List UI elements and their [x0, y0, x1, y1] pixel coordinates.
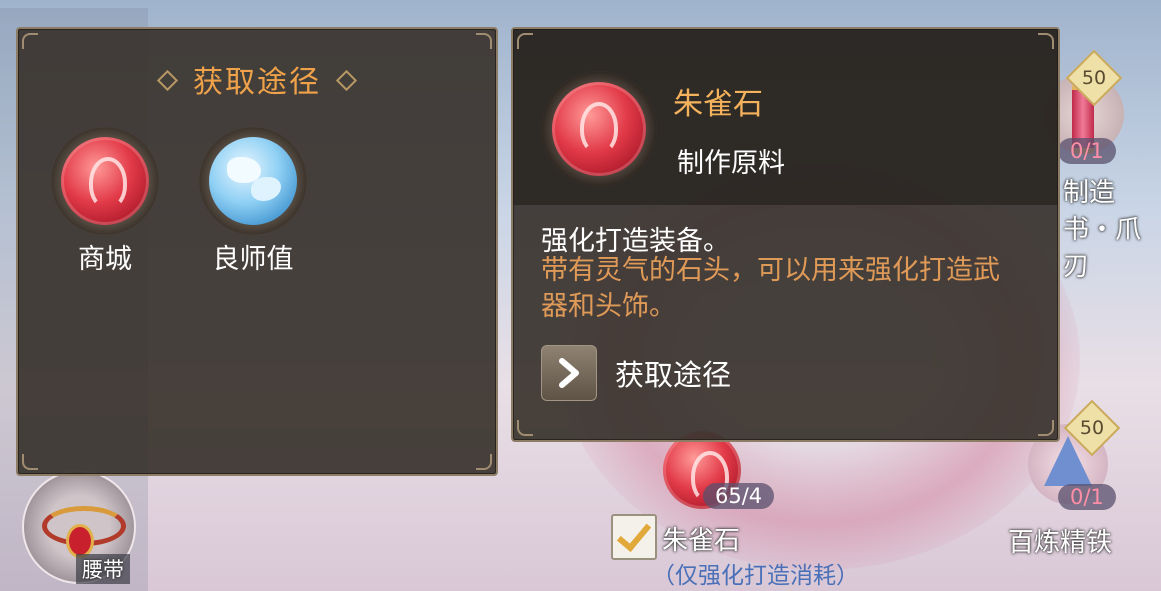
iron-label: 百炼精铁	[1008, 528, 1113, 558]
scroll-label: 制造书・爪刃	[1063, 178, 1142, 282]
zhuque-stone-icon	[552, 82, 646, 176]
belt-label: 腰带	[76, 554, 130, 584]
goto-acquisition-button[interactable]: 获取途径	[541, 345, 731, 401]
zhuque-stone-icon	[61, 137, 149, 225]
acquisition-panel: 获取途径 商城 良师值	[16, 27, 498, 476]
item-type: 制作原料	[677, 148, 785, 179]
belt-slot[interactable]: 腰带	[22, 470, 136, 584]
acquisition-title: 获取途径	[18, 57, 496, 101]
source-shop[interactable]: 商城	[45, 127, 165, 276]
source-label: 商城	[78, 244, 132, 275]
stone-label: 朱雀石	[662, 526, 741, 556]
item-detail-panel: 朱雀石 制作原料 强化打造装备。 带有灵气的石头，可以用来强化打造武器和头饰。 …	[511, 27, 1060, 442]
mentor-points-icon	[209, 137, 297, 225]
source-mentor-points[interactable]: 良师值	[193, 127, 313, 276]
iron-count: 0/1	[1058, 484, 1116, 510]
stone-count: 65/4	[703, 483, 775, 509]
goto-acquisition-label: 获取途径	[615, 358, 732, 392]
diamond-ornament-icon	[156, 69, 179, 92]
scroll-count: 0/1	[1058, 138, 1116, 164]
item-flavor-text: 带有灵气的石头，可以用来强化打造武器和头饰。	[541, 255, 1000, 322]
source-label: 良师值	[212, 244, 294, 275]
stone-note: （仅强化打造消耗）	[652, 563, 859, 589]
chevron-right-icon	[541, 345, 597, 401]
item-name: 朱雀石	[673, 87, 763, 122]
item-icon-frame	[541, 71, 657, 187]
only-enhance-checkbox[interactable]	[611, 514, 657, 560]
diamond-ornament-icon	[335, 69, 358, 92]
